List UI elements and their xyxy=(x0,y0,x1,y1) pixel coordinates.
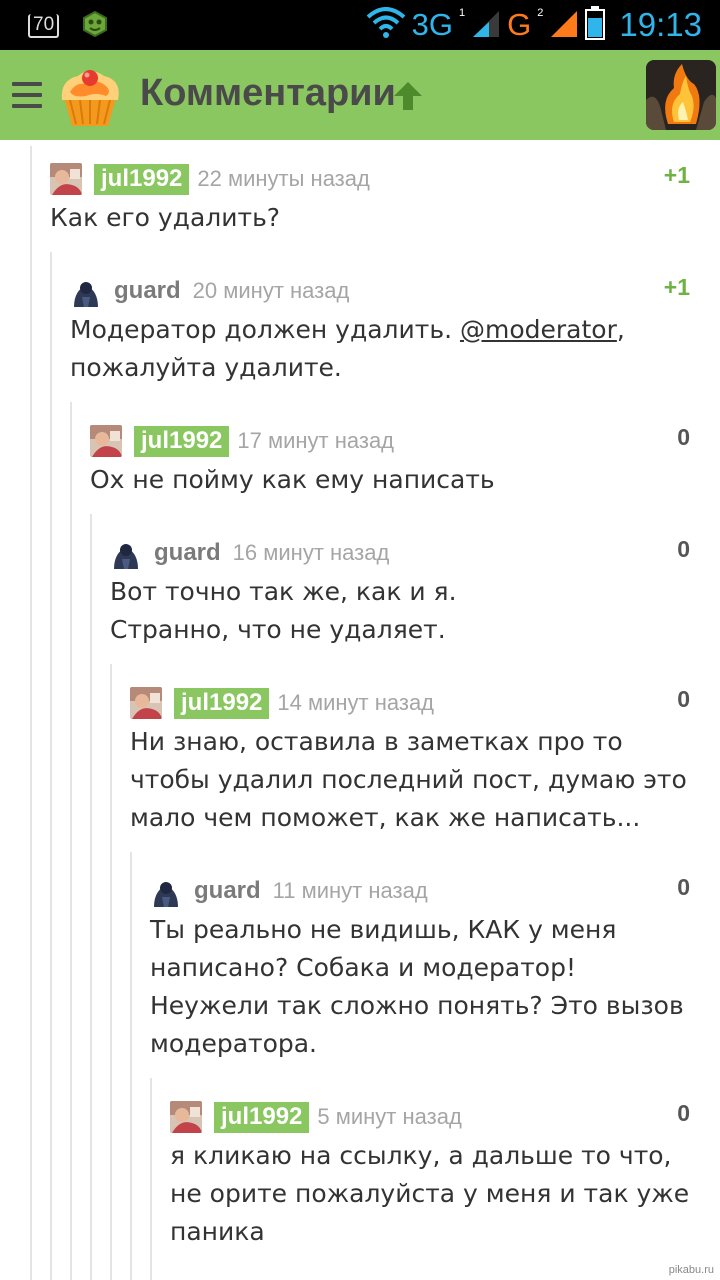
comment-text: Как его удалить? xyxy=(50,199,690,237)
app-notification-icon xyxy=(81,10,109,42)
comment-text-part: Ни знаю, оставила в заметках про то чтоб… xyxy=(130,727,687,832)
comment-header: guard 11 минут назад 0 xyxy=(150,872,690,910)
comment-text: Ни знаю, оставила в заметках про то чтоб… xyxy=(130,723,690,837)
comment: jul1992 17 минут назад 0 Ох не пойму как ем… xyxy=(90,422,690,499)
comment-rating[interactable]: 0 xyxy=(677,874,690,901)
comment: guard 16 минут назад 0 Вот точно так же, ка… xyxy=(110,534,690,649)
battery-icon xyxy=(585,6,606,44)
comment: jul1992 5 минут назад 0 я кликаю на ссылку,… xyxy=(170,1098,690,1251)
page-title: Комментарии xyxy=(140,72,396,114)
comment-thread: jul1992 22 минуты назад +1 Как его удалить?… xyxy=(0,140,720,1280)
thread-line xyxy=(30,146,32,1280)
app-bar: Комментарии xyxy=(0,50,720,140)
commenter-avatar[interactable] xyxy=(130,687,162,719)
comment-time: 11 минут назад xyxy=(272,878,428,903)
comment-username[interactable]: guard xyxy=(114,277,181,305)
thread-line xyxy=(70,402,72,1280)
comment-text: Вот точно так же, как и я. Странно, что … xyxy=(110,573,690,649)
comment-header: jul1992 5 минут назад 0 xyxy=(170,1098,690,1136)
scroll-up-arrow-icon[interactable] xyxy=(392,80,424,112)
comment-text: Модератор должен удалить. @moderator, по… xyxy=(70,311,690,387)
comment-time: 22 минуты назад xyxy=(197,166,370,191)
comment-time: 14 минут назад xyxy=(277,690,435,715)
comment-username[interactable]: guard xyxy=(194,877,261,905)
wifi-icon xyxy=(366,7,406,43)
sim2-label: 2 xyxy=(537,7,544,19)
signal-icon-sim1 xyxy=(471,7,501,43)
sim1-label: 1 xyxy=(459,7,466,19)
comment-rating[interactable]: 0 xyxy=(677,536,690,563)
comment: guard 11 минут назад 0 Ты реально не видишь… xyxy=(150,872,690,1063)
notification-badge: 70 xyxy=(28,14,60,38)
comment-time: 17 минут назад xyxy=(237,428,395,453)
comment-username[interactable]: jul1992 xyxy=(174,687,270,719)
comment-rating[interactable]: 0 xyxy=(677,1100,690,1127)
comment-text: я кликаю на ссылку, а дальше то что, не … xyxy=(170,1137,690,1251)
comment-text-part: Ты реально не видишь, КАК у меня написан… xyxy=(150,915,684,1058)
comment-text-part: Модератор должен удалить. xyxy=(70,315,460,344)
comment-header: jul1992 17 минут назад 0 xyxy=(90,422,690,460)
user-avatar[interactable] xyxy=(646,60,716,130)
comment-rating[interactable]: +1 xyxy=(664,274,690,301)
network-g-label: G xyxy=(507,7,532,42)
network-3g-label: 3G xyxy=(411,7,454,42)
comment-username[interactable]: guard xyxy=(154,539,221,567)
comment-username[interactable]: jul1992 xyxy=(214,1101,310,1133)
comment-header: jul1992 22 минуты назад +1 xyxy=(50,160,690,198)
signal-icon-sim2 xyxy=(549,7,579,43)
commenter-avatar[interactable] xyxy=(170,1101,202,1133)
comment-header: guard 16 минут назад 0 xyxy=(110,534,690,572)
comment-rating[interactable]: 0 xyxy=(677,686,690,713)
comment-text: Ты реально не видишь, КАК у меня написан… xyxy=(150,911,690,1063)
commenter-avatar[interactable] xyxy=(90,425,122,457)
thread-line xyxy=(150,1078,152,1280)
commenter-avatar[interactable] xyxy=(110,537,142,569)
pikabu-logo-icon[interactable] xyxy=(56,62,124,130)
watermark: pikabu.ru xyxy=(668,1264,714,1276)
menu-icon[interactable] xyxy=(12,82,42,108)
comment-time: 16 минут назад xyxy=(232,540,390,565)
thread-line xyxy=(110,664,112,1280)
commenter-avatar[interactable] xyxy=(70,275,102,307)
comment-username[interactable]: jul1992 xyxy=(134,425,230,457)
comment-username[interactable]: jul1992 xyxy=(94,163,190,195)
mention-link[interactable]: @moderator xyxy=(460,315,617,344)
thread-line xyxy=(130,852,132,1280)
thread-line xyxy=(90,514,92,1280)
comment-text-part: Вот точно так же, как и я. Странно, что … xyxy=(110,577,457,644)
comment-text-part: я кликаю на ссылку, а дальше то что, не … xyxy=(170,1141,690,1246)
comment-text-part: Ох не пойму как ему написать xyxy=(90,465,495,494)
comment-text-part: Как его удалить? xyxy=(50,203,281,232)
commenter-avatar[interactable] xyxy=(150,875,182,907)
comment-time: 5 минут назад xyxy=(317,1104,462,1129)
comment-rating[interactable]: 0 xyxy=(677,424,690,451)
clock: 19:13 xyxy=(619,6,702,43)
comment: guard 20 минут назад +1 Модератор должен уд… xyxy=(70,272,690,387)
comment-text: Ох не пойму как ему написать xyxy=(90,461,690,499)
status-bar: 70 3G 1 G 2 19:13 xyxy=(0,0,720,50)
comment: jul1992 22 минуты назад +1 Как его удалить? xyxy=(50,160,690,237)
thread-line xyxy=(50,252,52,1280)
comment-header: guard 20 минут назад +1 xyxy=(70,272,690,310)
comment-rating[interactable]: +1 xyxy=(664,162,690,189)
comment-time: 20 минут назад xyxy=(192,278,350,303)
comment-header: jul1992 14 минут назад 0 xyxy=(130,684,690,722)
comment: jul1992 14 минут назад 0 Ни знаю, оставила … xyxy=(130,684,690,837)
commenter-avatar[interactable] xyxy=(50,163,82,195)
